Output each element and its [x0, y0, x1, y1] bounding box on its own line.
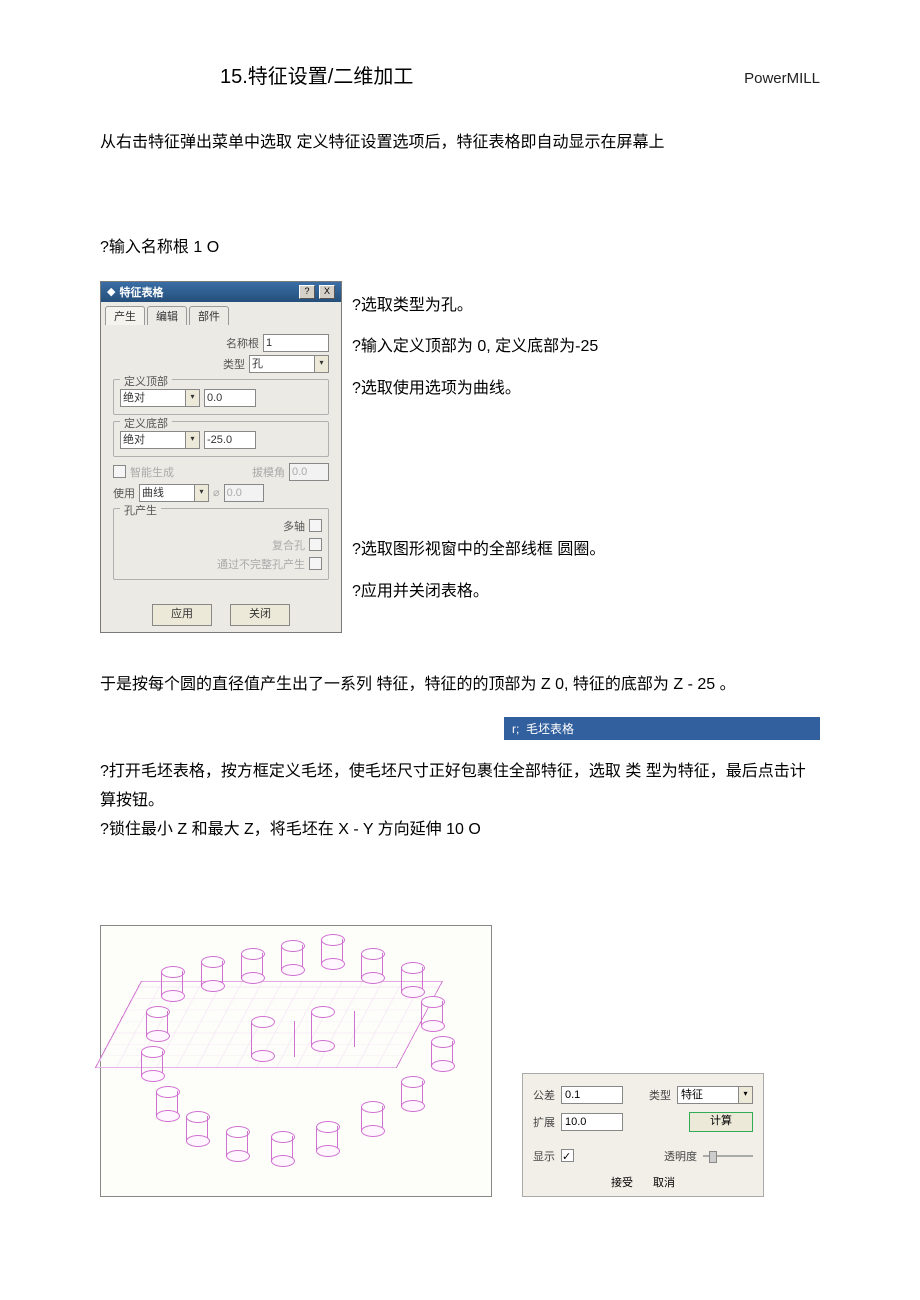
top-legend: 定义顶部 [120, 373, 172, 389]
nameroot-input[interactable]: 1 [263, 334, 329, 352]
step-topbottom: ?输入定义顶部为 0, 定义底部为-25 [352, 326, 605, 368]
nameroot-label: 名称根 [226, 335, 259, 351]
paragraph-result: 于是按每个圆的直径值产生出了一系列 特征，特征的的顶部为 Z 0, 特征的底部为… [100, 671, 820, 700]
tolerance-label: 公差 [533, 1087, 555, 1103]
blocktype-select[interactable]: 特征▾ [677, 1086, 753, 1104]
close-icon[interactable]: X [319, 285, 335, 299]
step-use: ?选取使用选项为曲线。 [352, 368, 605, 410]
draft-value: 0.0 [289, 463, 329, 481]
chapter-title: 15.特征设置/二维加工 [220, 60, 413, 89]
smartgen-checkbox[interactable] [113, 465, 126, 478]
step-selectwire: ?选取图形视窗中的全部线框 圆圈。 [352, 529, 605, 571]
cancel-button[interactable]: 取消 [653, 1174, 675, 1190]
window-icon: ◆ [107, 285, 115, 298]
type-label: 类型 [223, 356, 245, 372]
apply-button[interactable]: 应用 [152, 604, 212, 626]
block-titlebar[interactable]: r; 毛坯表格 [504, 717, 820, 740]
bottom-legend: 定义底部 [120, 415, 172, 431]
feature-dialog: ◆ 特征表格 ? X 产生 编辑 部件 名称根 1 类型 孔▾ [100, 281, 342, 633]
step-applyclose: ?应用并关闭表格。 [352, 571, 605, 613]
hole-fieldset: 孔产生 多轴 复合孔 通过不完整孔产生 [113, 508, 329, 580]
tab-create[interactable]: 产生 [105, 306, 145, 325]
tab-parts[interactable]: 部件 [189, 306, 229, 325]
top-mode-select[interactable]: 绝对▾ [120, 389, 200, 407]
multiaxis-checkbox[interactable] [309, 519, 322, 532]
preview-viewport [100, 925, 492, 1197]
dialog-title: 特征表格 [119, 284, 295, 300]
tab-edit[interactable]: 编辑 [147, 306, 187, 325]
chevron-down-icon[interactable]: ▾ [185, 431, 200, 449]
draft-label: 拔模角 [252, 464, 285, 480]
partial-checkbox[interactable] [309, 557, 322, 570]
close-button[interactable]: 关闭 [230, 604, 290, 626]
bottom-mode-select[interactable]: 绝对▾ [120, 431, 200, 449]
tolerance-input[interactable]: 0.1 [561, 1086, 623, 1104]
type-select[interactable]: 孔▾ [249, 355, 329, 373]
transparency-slider[interactable] [703, 1153, 753, 1159]
dialog-titlebar[interactable]: ◆ 特征表格 ? X [101, 282, 341, 302]
expand-label: 扩展 [533, 1114, 555, 1130]
hole-legend: 孔产生 [120, 502, 161, 518]
show-label: 显示 [533, 1148, 555, 1164]
step-lockz: ?锁住最小 Z 和最大 Z，将毛坯在 X - Y 方向延伸 10 O [100, 816, 820, 845]
smartgen-label: 智能生成 [130, 464, 174, 480]
brand: PowerMILL [744, 70, 820, 87]
chevron-down-icon[interactable]: ▾ [314, 355, 329, 373]
bottom-fieldset: 定义底部 绝对▾ -25.0 [113, 421, 329, 457]
diameter-value: 0.0 [224, 484, 264, 502]
chevron-down-icon[interactable]: ▾ [194, 484, 209, 502]
help-icon[interactable]: ? [299, 285, 315, 299]
diameter-icon: ⌀ [213, 486, 220, 499]
top-value-input[interactable]: 0.0 [204, 389, 256, 407]
compound-label: 复合孔 [272, 537, 305, 553]
calculate-button[interactable]: 计算 [689, 1112, 753, 1132]
blocktype-label: 类型 [649, 1087, 671, 1103]
use-select[interactable]: 曲线▾ [139, 484, 209, 502]
bottom-value-input[interactable]: -25.0 [204, 431, 256, 449]
transparency-label: 透明度 [664, 1148, 697, 1164]
compound-checkbox[interactable] [309, 538, 322, 551]
show-checkbox[interactable]: ✓ [561, 1149, 574, 1162]
step-type: ?选取类型为孔。 [352, 285, 605, 327]
use-label: 使用 [113, 485, 135, 501]
block-config-panel: 公差 0.1 类型 特征▾ 扩展 10.0 计算 显示 [522, 1073, 764, 1197]
expand-input[interactable]: 10.0 [561, 1113, 623, 1131]
chevron-down-icon[interactable]: ▾ [185, 389, 200, 407]
step-nameroot: ?输入名称根 1 O [100, 234, 820, 263]
partial-label: 通过不完整孔产生 [217, 556, 305, 572]
paragraph-intro: 从右击特征弹出菜单中选取 定义特征设置选项后，特征表格即自动显示在屏幕上 [100, 129, 820, 158]
multiaxis-label: 多轴 [283, 518, 305, 534]
top-fieldset: 定义顶部 绝对▾ 0.0 [113, 379, 329, 415]
accept-button[interactable]: 接受 [611, 1174, 633, 1190]
chevron-down-icon[interactable]: ▾ [738, 1086, 753, 1104]
step-blockform: ?打开毛坯表格，按方框定义毛坯，使毛坯尺寸正好包裹住全部特征，选取 类 型为特征… [100, 758, 820, 816]
